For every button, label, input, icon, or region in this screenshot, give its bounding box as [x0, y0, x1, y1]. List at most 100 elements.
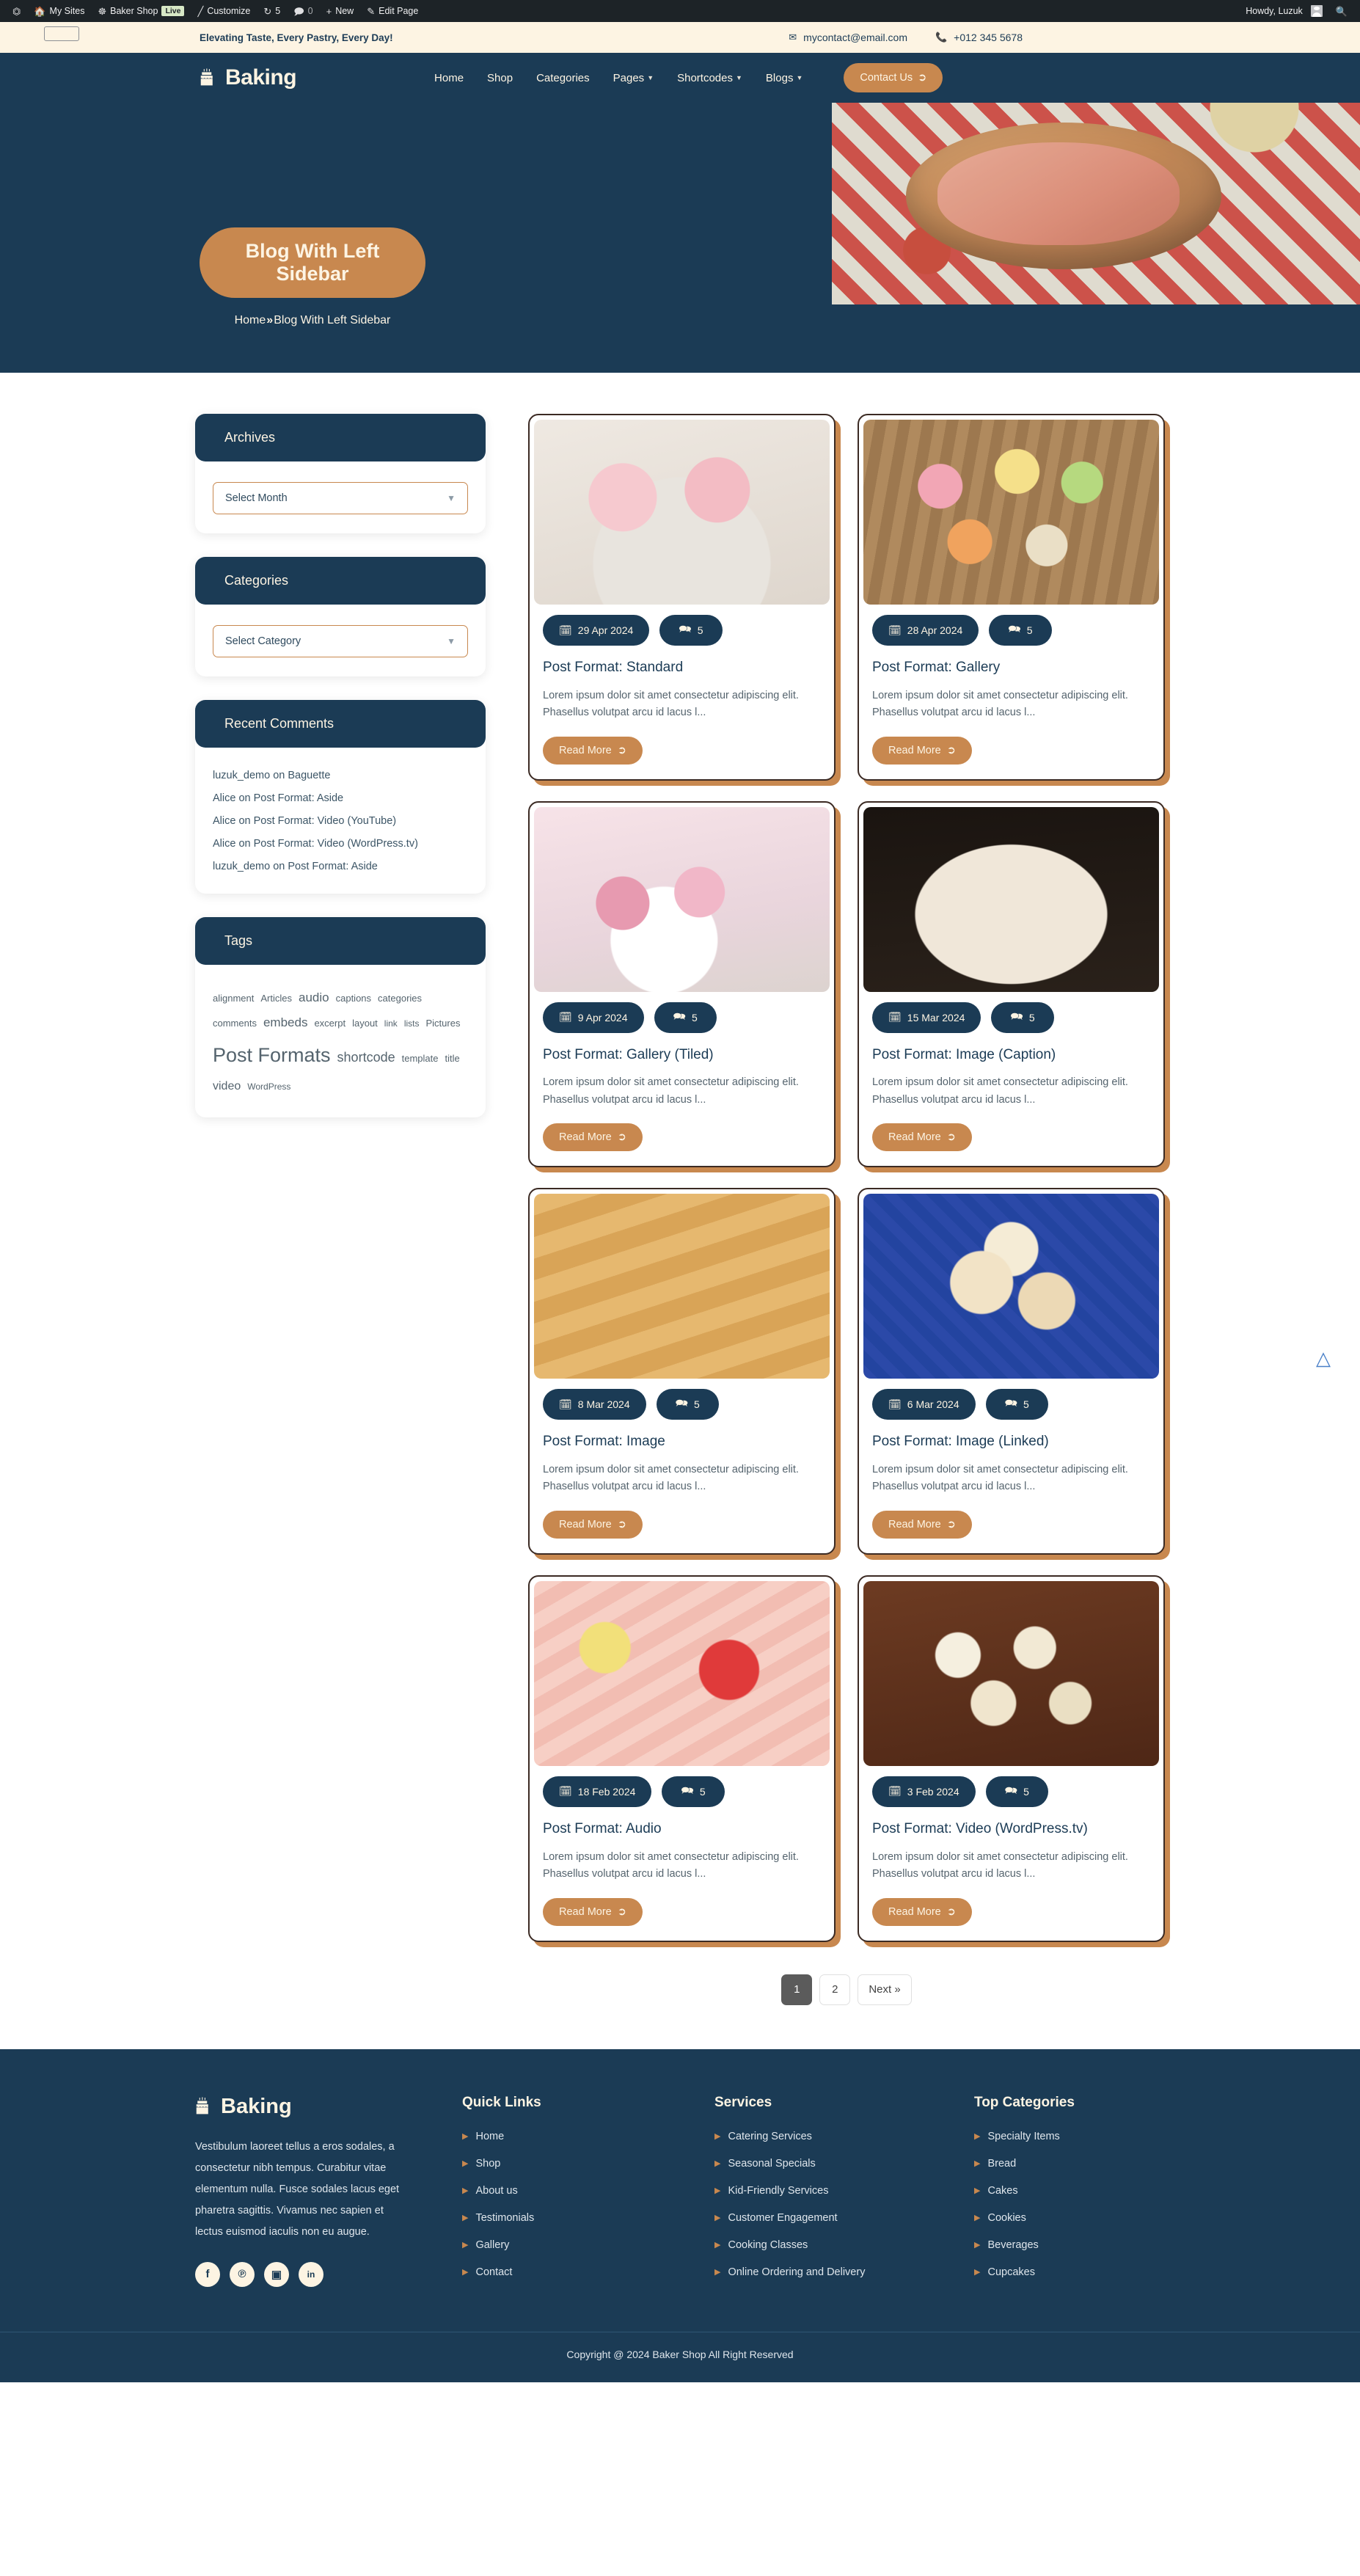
tag-link[interactable]: WordPress — [247, 1078, 290, 1095]
post-card[interactable]: 🗓 15 Mar 2024 🗪 5 Post Format: Image (Captio… — [858, 800, 1165, 1168]
admin-item-updates[interactable]: ↻ 5 — [257, 0, 287, 22]
post-thumbnail[interactable] — [863, 806, 1159, 992]
admin-item-comments[interactable]: 🗩 0 — [287, 0, 319, 22]
comment-post-link[interactable]: Post Format: Video (WordPress.tv) — [254, 838, 418, 850]
recent-comment-item[interactable]: Alice on Post Format: Video (WordPress.t… — [213, 836, 468, 852]
admin-item-customize[interactable]: ╱ Customize — [191, 0, 257, 22]
pagination-next-button[interactable]: Next » — [858, 1974, 912, 2005]
wp-toolbar-tab[interactable] — [44, 26, 79, 41]
footer-link-item[interactable]: ▶ Testimonials — [462, 2212, 697, 2224]
admin-item-new[interactable]: + New — [320, 0, 361, 22]
wordpress-logo-item[interactable]: ⏣ — [6, 0, 27, 22]
nav-item-shop[interactable]: Shop — [487, 72, 513, 84]
post-card[interactable]: 🗓 18 Feb 2024 🗪 5 Post Format: Audio Lorem ip… — [528, 1575, 836, 1942]
read-more-button[interactable]: Read More ➲ — [872, 1897, 972, 1926]
tag-link[interactable]: shortcode — [337, 1044, 395, 1070]
comment-post-link[interactable]: Baguette — [288, 770, 330, 781]
footer-link-item[interactable]: ▶ Cakes — [974, 2185, 1165, 2197]
admin-item-my-sites[interactable]: 🏠 My Sites — [27, 0, 91, 22]
read-more-button[interactable]: Read More ➲ — [872, 1510, 972, 1539]
tag-link[interactable]: link — [384, 1015, 398, 1032]
post-title[interactable]: Post Format: Audio — [543, 1820, 821, 1839]
read-more-button[interactable]: Read More ➲ — [543, 1123, 643, 1152]
admin-item-edit-page[interactable]: ✎ Edit Page — [360, 0, 425, 22]
linkedin-icon[interactable]: in — [299, 2261, 323, 2287]
recent-comment-item[interactable]: Alice on Post Format: Aside — [213, 791, 468, 806]
tag-link[interactable]: audio — [299, 985, 329, 1010]
footer-link-item[interactable]: ▶ About us — [462, 2185, 697, 2197]
tag-link[interactable]: Pictures — [425, 1014, 460, 1033]
pinterest-icon[interactable]: ℗ — [230, 2261, 255, 2287]
facebook-icon[interactable]: f — [195, 2261, 220, 2287]
tag-link[interactable]: embeds — [263, 1010, 307, 1035]
wp-admin-bar[interactable]: ⏣ 🏠 My Sites ☸ Baker Shop Live ╱ Customi… — [0, 0, 1360, 22]
admin-item-howdy[interactable]: Howdy, Luzuk — [1239, 0, 1329, 22]
post-thumbnail[interactable] — [534, 806, 830, 992]
scroll-to-top-button[interactable]: △ — [1309, 1349, 1338, 1378]
nav-item-pages[interactable]: Pages ▼ — [613, 72, 654, 84]
recent-comment-item[interactable]: Alice on Post Format: Video (YouTube) — [213, 814, 468, 829]
comment-author[interactable]: luzuk_demo — [213, 770, 270, 781]
post-title[interactable]: Post Format: Image — [543, 1433, 821, 1451]
recent-comment-item[interactable]: luzuk_demo on Post Format: Aside — [213, 859, 468, 875]
post-title[interactable]: Post Format: Video (WordPress.tv) — [872, 1820, 1150, 1839]
categories-select[interactable]: Select Category ▼ — [213, 625, 468, 657]
footer-link-item[interactable]: ▶ Beverages — [974, 2239, 1165, 2251]
tag-link[interactable]: alignment — [213, 989, 254, 1008]
footer-link-item[interactable]: ▶ Cookies — [974, 2212, 1165, 2224]
footer-link-item[interactable]: ▶ Customer Engagement — [714, 2212, 957, 2224]
tag-link[interactable]: Articles — [260, 989, 292, 1008]
tag-link[interactable]: layout — [352, 1014, 378, 1033]
instagram-icon[interactable]: ▣ — [264, 2261, 289, 2287]
post-title[interactable]: Post Format: Gallery (Tiled) — [543, 1046, 821, 1065]
post-thumbnail[interactable] — [534, 420, 830, 605]
admin-search-button[interactable]: 🔍 — [1329, 0, 1354, 22]
read-more-button[interactable]: Read More ➲ — [543, 1897, 643, 1926]
breadcrumb-home-link[interactable]: Home — [235, 314, 266, 327]
post-thumbnail[interactable] — [863, 420, 1159, 605]
post-thumbnail[interactable] — [863, 1580, 1159, 1766]
tag-link[interactable]: captions — [336, 989, 371, 1008]
post-title[interactable]: Post Format: Standard — [543, 659, 821, 677]
tag-link[interactable]: categories — [378, 989, 422, 1008]
read-more-button[interactable]: Read More ➲ — [872, 736, 972, 765]
nav-item-home[interactable]: Home — [434, 72, 464, 84]
read-more-button[interactable]: Read More ➲ — [872, 1123, 972, 1152]
post-card[interactable]: 🗓 9 Apr 2024 🗪 5 Post Format: Gallery (Tiled… — [528, 800, 836, 1168]
pagination-page-1[interactable]: 1 — [781, 1974, 813, 2005]
nav-item-categories[interactable]: Categories — [536, 72, 590, 84]
comment-post-link[interactable]: Post Format: Aside — [254, 792, 344, 804]
footer-link-item[interactable]: ▶ Bread — [974, 2158, 1165, 2170]
tag-link[interactable]: Post Formats — [213, 1035, 331, 1075]
read-more-button[interactable]: Read More ➲ — [543, 736, 643, 765]
post-title[interactable]: Post Format: Image (Caption) — [872, 1046, 1150, 1065]
tag-link[interactable]: lists — [404, 1015, 420, 1032]
tag-link[interactable]: video — [213, 1075, 241, 1098]
comment-post-link[interactable]: Post Format: Aside — [288, 861, 378, 872]
footer-link-item[interactable]: ▶ Cooking Classes — [714, 2239, 957, 2251]
post-title[interactable]: Post Format: Image (Linked) — [872, 1433, 1150, 1451]
comment-post-link[interactable]: Post Format: Video (YouTube) — [254, 815, 397, 827]
footer-link-item[interactable]: ▶ Online Ordering and Delivery — [714, 2266, 957, 2278]
post-card[interactable]: 🗓 8 Mar 2024 🗪 5 Post Format: Image Lorem ips… — [528, 1188, 836, 1555]
post-card[interactable]: 🗓 6 Mar 2024 🗪 5 Post Format: Image (Linked)… — [858, 1188, 1165, 1555]
read-more-button[interactable]: Read More ➲ — [543, 1510, 643, 1539]
post-thumbnail[interactable] — [534, 1194, 830, 1379]
pagination-page-2[interactable]: 2 — [819, 1974, 851, 2005]
tag-link[interactable]: excerpt — [314, 1014, 346, 1033]
comment-author[interactable]: Alice — [213, 838, 235, 850]
comment-author[interactable]: Alice — [213, 792, 235, 804]
tag-link[interactable]: comments — [213, 1014, 257, 1033]
post-thumbnail[interactable] — [863, 1194, 1159, 1379]
site-brand[interactable]: Baking — [200, 65, 297, 90]
tag-link[interactable]: template — [402, 1049, 439, 1068]
post-card[interactable]: 🗓 3 Feb 2024 🗪 5 Post Format: Video (WordPre… — [858, 1575, 1165, 1942]
post-thumbnail[interactable] — [534, 1580, 830, 1766]
contact-phone[interactable]: 📞 +012 345 5678 — [935, 32, 1023, 43]
footer-link-item[interactable]: ▶ Catering Services — [714, 2131, 957, 2142]
post-card[interactable]: 🗓 28 Apr 2024 🗪 5 Post Format: Gallery Lorem … — [858, 414, 1165, 781]
footer-link-item[interactable]: ▶ Seasonal Specials — [714, 2158, 957, 2170]
footer-link-item[interactable]: ▶ Shop — [462, 2158, 697, 2170]
nav-item-shortcodes[interactable]: Shortcodes ▼ — [677, 72, 742, 84]
admin-item-baker-shop[interactable]: ☸ Baker Shop Live — [91, 0, 191, 22]
